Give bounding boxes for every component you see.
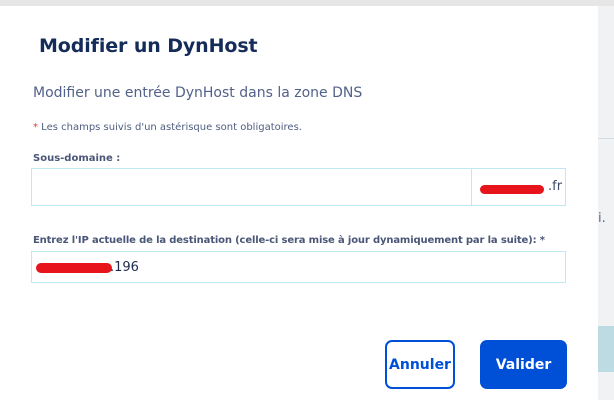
ip-input[interactable] <box>110 252 550 282</box>
ip-required-mark: * <box>539 235 545 246</box>
redaction-mark <box>480 185 544 194</box>
backdrop-divider <box>598 138 614 139</box>
modal-title: Modifier un DynHost <box>39 35 258 57</box>
submit-button[interactable]: Valider <box>480 340 567 389</box>
redaction-mark <box>36 263 112 273</box>
subdomain-input[interactable] <box>32 169 471 205</box>
ip-label-text: Entrez l'IP actuelle de la destination (… <box>33 235 537 246</box>
modal-subtitle: Modifier une entrée DynHost dans la zone… <box>33 85 363 101</box>
backdrop-text: i. <box>598 211 606 226</box>
domain-suffix-addon: .fr <box>471 169 565 205</box>
subdomain-label: Sous-domaine : <box>33 153 121 164</box>
ip-input-group <box>31 251 566 283</box>
subdomain-input-group: .fr <box>31 168 566 206</box>
cancel-button[interactable]: Annuler <box>385 340 455 389</box>
required-fields-note: * Les champs suivis d'un astérisque sont… <box>33 122 302 133</box>
edit-dynhost-modal: Modifier un DynHost Modifier une entrée … <box>0 6 598 400</box>
page-backdrop: i. <box>598 6 614 400</box>
backdrop-block <box>598 326 614 372</box>
ip-label: Entrez l'IP actuelle de la destination (… <box>33 235 545 246</box>
domain-suffix: .fr <box>548 179 563 194</box>
required-note-text: Les champs suivis d'un astérisque sont o… <box>38 122 302 133</box>
